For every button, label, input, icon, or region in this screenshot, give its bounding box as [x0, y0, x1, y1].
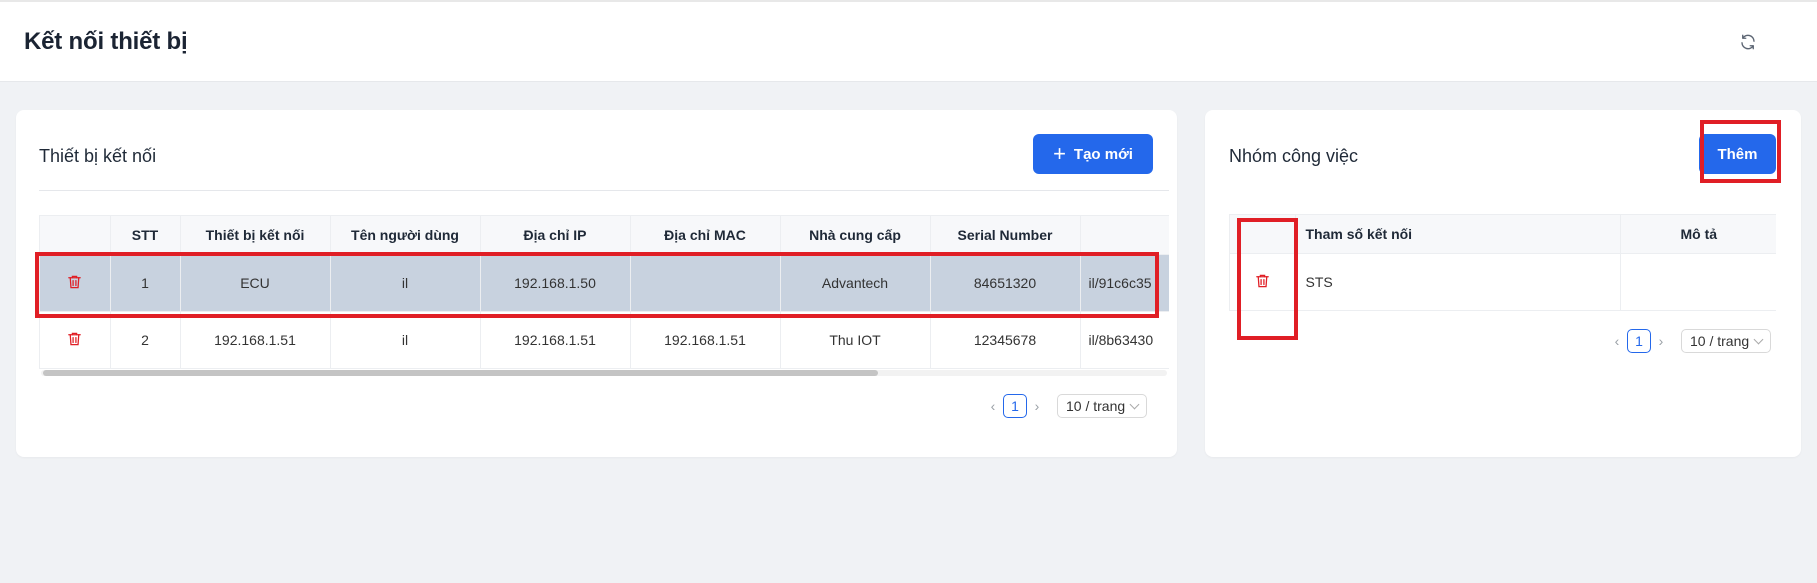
devices-card: Thiết bị kết nối + Tạo mới STT Thiết bị …	[16, 110, 1177, 457]
trash-icon	[68, 332, 82, 345]
col-header-device: Thiết bị kết nối	[180, 216, 331, 255]
delete-button[interactable]	[65, 329, 85, 349]
chevron-down-icon	[1753, 334, 1764, 344]
scrollbar-thumb[interactable]	[43, 370, 878, 376]
cell-stt: 1	[110, 254, 181, 312]
row-actions-cell	[40, 311, 111, 369]
table-header-row: Tham số kết nối Mô tả	[1230, 215, 1776, 254]
next-page-button[interactable]: ›	[1027, 398, 1047, 414]
col-header-stt: STT	[110, 216, 181, 255]
table-header-row: STT Thiết bị kết nối Tên người dùng Địa …	[40, 216, 1169, 255]
cell-serial: 84651320	[930, 254, 1081, 312]
table-row[interactable]: 2 192.168.1.51 il 192.168.1.51 192.168.1…	[40, 311, 1169, 369]
page-number-button[interactable]: 1	[1627, 329, 1651, 353]
col-header-mac: Địa chỉ MAC	[630, 216, 781, 255]
add-button[interactable]: Thêm	[1699, 134, 1776, 174]
row-actions-cell	[40, 254, 111, 312]
trash-icon	[68, 275, 82, 288]
cell-extra: il/91c6c35	[1080, 254, 1169, 312]
col-header-actions	[1230, 215, 1296, 254]
row-actions-cell	[1230, 253, 1296, 311]
next-page-button[interactable]: ›	[1651, 333, 1671, 349]
devices-table: STT Thiết bị kết nối Tên người dùng Địa …	[39, 215, 1169, 369]
cell-param: STS	[1295, 253, 1621, 311]
cell-vendor: Thu IOT	[780, 311, 931, 369]
work-groups-table: Tham số kết nối Mô tả STS	[1229, 214, 1776, 311]
cell-username: il	[330, 254, 481, 312]
page-size-value: 10 / trang	[1690, 333, 1750, 349]
cell-username: il	[330, 311, 481, 369]
cell-device: 192.168.1.51	[180, 311, 331, 369]
cell-ip: 192.168.1.51	[480, 311, 631, 369]
page-size-select[interactable]: 10 / trang	[1057, 394, 1148, 418]
cell-description	[1620, 253, 1776, 311]
col-header-username: Tên người dùng	[330, 216, 481, 255]
cell-extra: il/8b63430	[1080, 311, 1169, 369]
refresh-icon	[1741, 34, 1755, 50]
work-groups-pagination: ‹ 1 › 10 / trang	[1607, 329, 1772, 353]
col-header-vendor: Nhà cung cấp	[780, 216, 931, 255]
trash-icon	[1255, 274, 1269, 287]
create-button[interactable]: + Tạo mới	[1033, 134, 1153, 174]
page-size-select[interactable]: 10 / trang	[1681, 329, 1772, 353]
col-header-actions	[40, 216, 111, 255]
delete-button[interactable]	[65, 272, 85, 292]
cell-vendor: Advantech	[780, 254, 931, 312]
cell-ip: 192.168.1.50	[480, 254, 631, 312]
chevron-down-icon	[1129, 399, 1140, 409]
page-title: Kết nối thiết bị	[24, 28, 188, 55]
col-header-param: Tham số kết nối	[1295, 215, 1621, 254]
col-header-ip: Địa chỉ IP	[480, 216, 631, 255]
delete-button[interactable]	[1252, 271, 1272, 291]
cell-serial: 12345678	[930, 311, 1081, 369]
devices-card-title: Thiết bị kết nối	[39, 146, 157, 166]
col-header-extra	[1080, 216, 1169, 255]
table-row[interactable]: STS	[1230, 253, 1776, 311]
prev-page-button[interactable]: ‹	[983, 398, 1003, 414]
card-divider	[39, 190, 1169, 191]
plus-icon: +	[1053, 141, 1066, 166]
devices-pagination: ‹ 1 › 10 / trang	[983, 394, 1148, 418]
page-size-value: 10 / trang	[1066, 398, 1126, 414]
work-groups-card-title: Nhóm công việc	[1229, 146, 1359, 166]
cell-stt: 2	[110, 311, 181, 369]
cell-device: ECU	[180, 254, 331, 312]
cell-mac	[630, 254, 781, 312]
cell-mac: 192.168.1.51	[630, 311, 781, 369]
page-number-button[interactable]: 1	[1003, 394, 1027, 418]
work-groups-card: Nhóm công việc Thêm Tham số kết nối Mô t…	[1205, 110, 1801, 457]
add-button-label: Thêm	[1717, 145, 1758, 163]
table-row[interactable]: 1 ECU il 192.168.1.50 Advantech 84651320…	[40, 254, 1169, 312]
refresh-button[interactable]	[1736, 30, 1760, 54]
page-header: Kết nối thiết bị	[0, 0, 1817, 82]
col-header-description: Mô tả	[1620, 215, 1776, 254]
create-button-label: Tạo mới	[1073, 145, 1133, 163]
col-header-serial: Serial Number	[930, 216, 1081, 255]
prev-page-button[interactable]: ‹	[1607, 333, 1627, 349]
